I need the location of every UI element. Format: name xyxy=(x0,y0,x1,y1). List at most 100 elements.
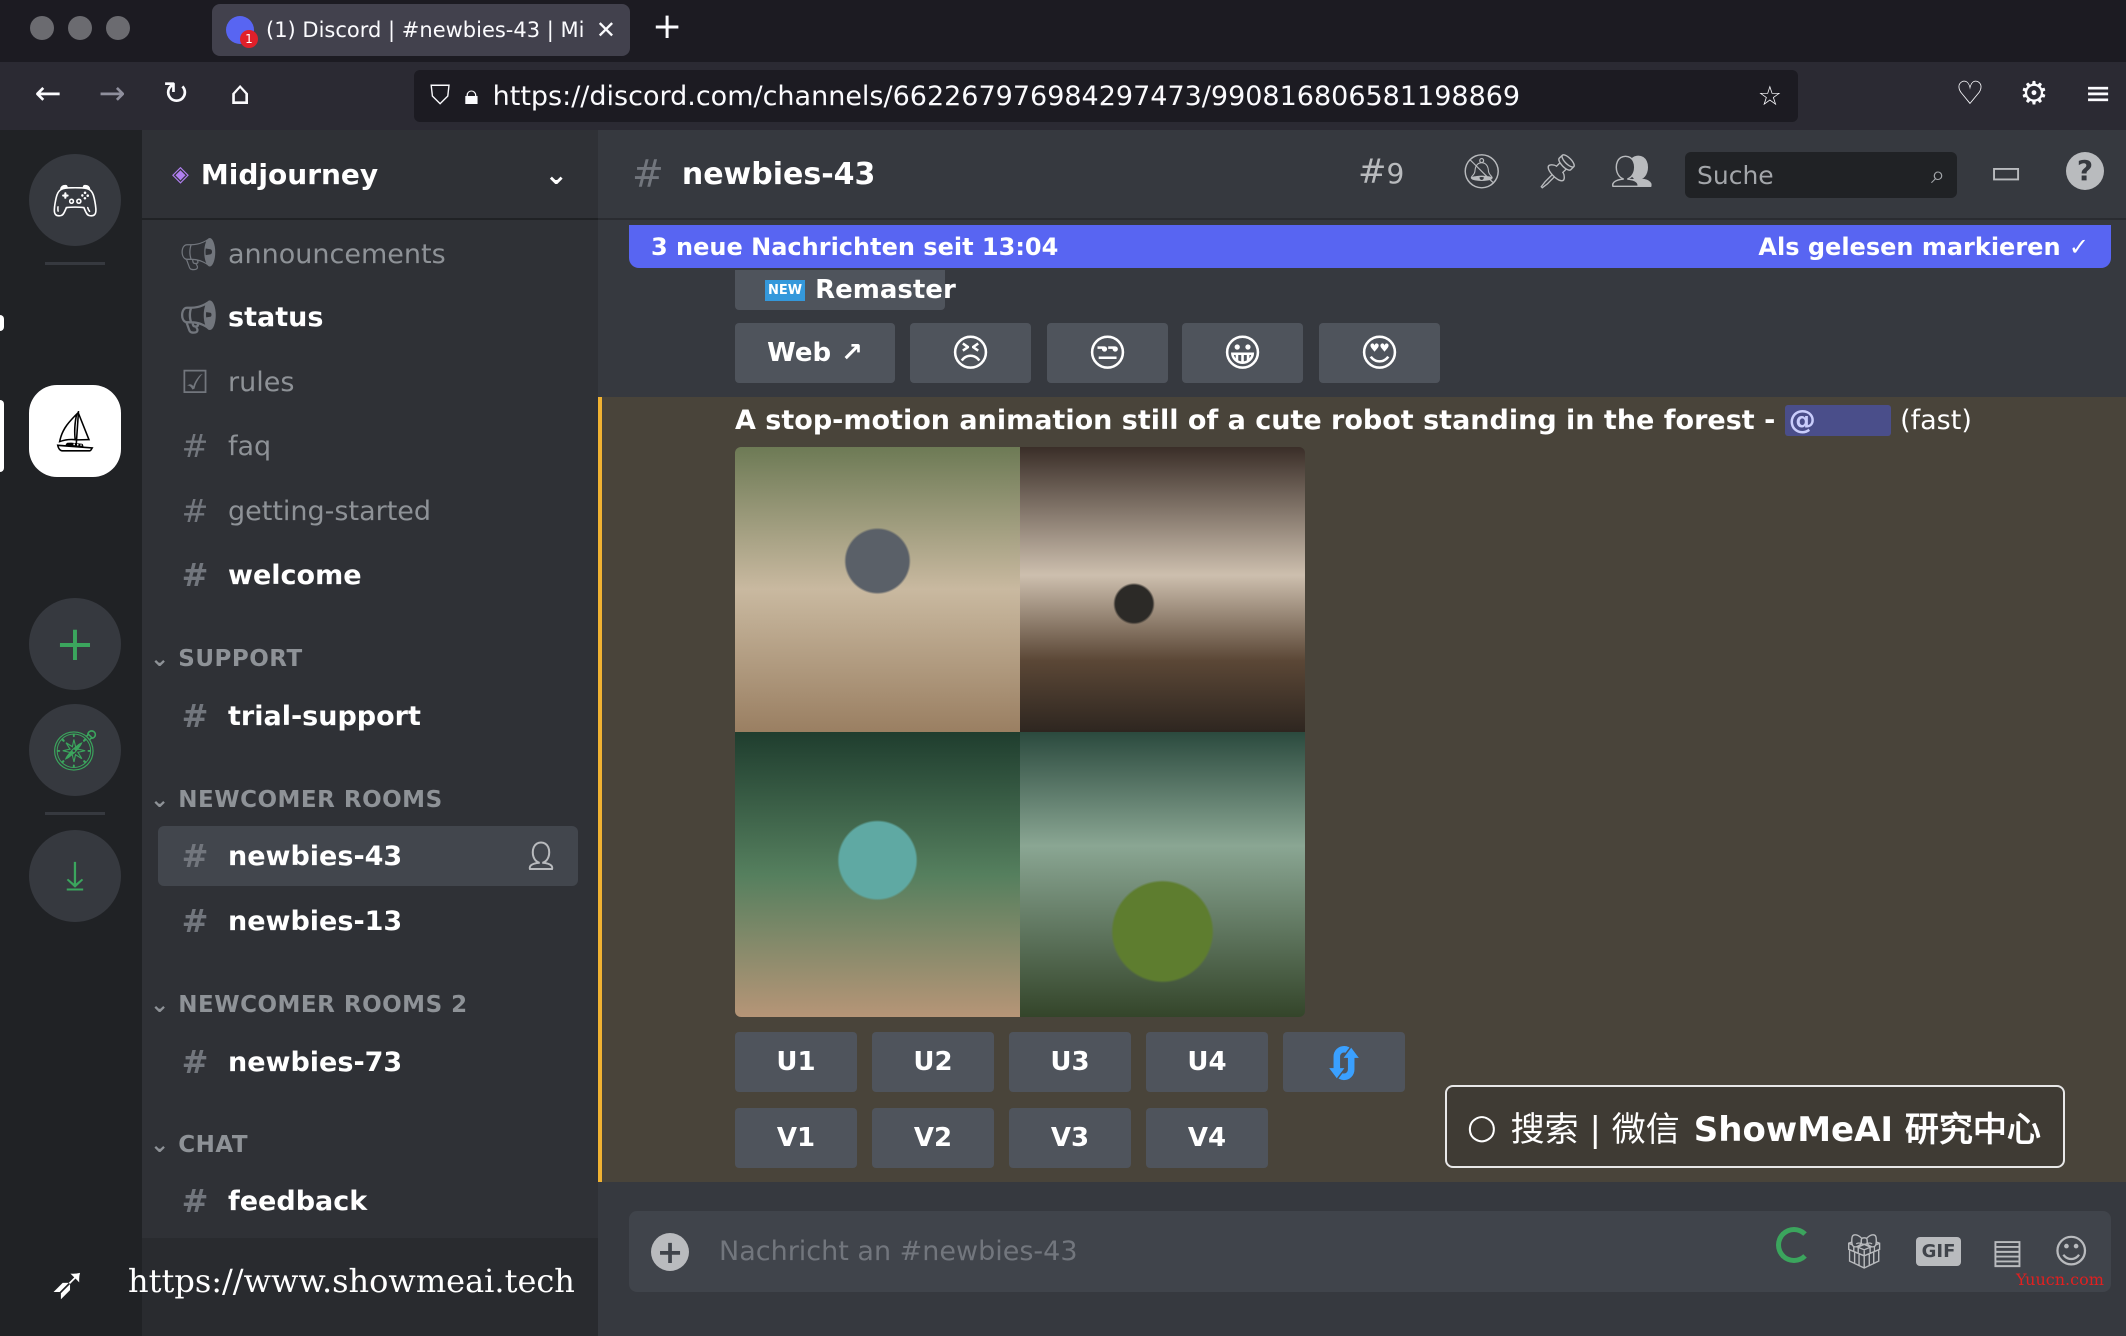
reaction-emoji: 😣 xyxy=(950,331,991,375)
inbox-icon[interactable]: ▭ xyxy=(1990,152,2022,192)
variation-v3-button[interactable]: V3 xyxy=(1009,1108,1131,1168)
variation-v1-button[interactable]: V1 xyxy=(735,1108,857,1168)
reaction-button[interactable]: 😣 xyxy=(910,323,1031,383)
reaction-button[interactable]: 😒 xyxy=(1047,323,1168,383)
new-tab-button[interactable]: + xyxy=(652,6,682,47)
threads-icon[interactable]: #9 xyxy=(1358,152,1404,192)
lock-icon[interactable]: 🔒︎ xyxy=(464,80,478,112)
button-label: V1 xyxy=(776,1123,816,1153)
server-header[interactable]: ◈ Midjourney ⌄ xyxy=(142,130,598,220)
corner-watermark: Yuucn.com xyxy=(2016,1270,2104,1289)
image-grid[interactable] xyxy=(735,447,1305,1017)
server-rail: 🎮︎ ⛵︎ + 🧭︎ ⤓ xyxy=(0,130,142,1336)
channel-title: newbies-43 xyxy=(681,156,876,192)
upscale-u4-button[interactable]: U4 xyxy=(1146,1032,1268,1092)
web-link-button[interactable]: Web ↗ xyxy=(735,323,895,383)
upscale-u1-button[interactable]: U1 xyxy=(735,1032,857,1092)
channel-label: newbies-13 xyxy=(228,905,403,937)
attach-plus-icon[interactable]: + xyxy=(651,1232,689,1271)
close-tab-icon[interactable]: ✕ xyxy=(596,16,616,44)
search-input[interactable]: Suche ⌕ xyxy=(1685,152,1957,198)
channel-feedback[interactable]: # feedback xyxy=(158,1171,578,1231)
server-name: Midjourney xyxy=(200,157,379,191)
browser-tab[interactable]: 1 (1) Discord | #newbies-43 | Midjourney… xyxy=(212,4,630,56)
reaction-button[interactable]: 😀 xyxy=(1182,323,1303,383)
gift-icon[interactable]: 🎁︎ xyxy=(1842,1232,1885,1272)
members-icon[interactable]: 👥︎ xyxy=(1610,152,1653,192)
category-chat[interactable]: ⌄ CHAT xyxy=(150,1132,248,1158)
back-button[interactable]: ← xyxy=(26,74,70,112)
gif-button[interactable]: GIF xyxy=(1915,1237,1962,1266)
window-close-button[interactable] xyxy=(30,16,54,40)
upscale-u2-button[interactable]: U2 xyxy=(872,1032,994,1092)
channel-newbies-43[interactable]: # newbies-43 👤︎ xyxy=(158,826,578,886)
checkbox-icon: ☑ xyxy=(180,363,210,401)
channel-newbies-73[interactable]: # newbies-73 xyxy=(158,1032,578,1092)
category-support[interactable]: ⌄ SUPPORT xyxy=(150,646,303,672)
invite-user-icon[interactable]: 👤︎ xyxy=(524,840,578,872)
midjourney-server-icon[interactable]: ⛵︎ xyxy=(29,385,121,477)
user-mention[interactable]: @ xyxy=(1784,405,1891,436)
generated-image-3[interactable] xyxy=(735,732,1020,1017)
footer-link[interactable]: https://www.showmeai.tech xyxy=(128,1262,575,1300)
remaster-button[interactable]: NEW Remaster xyxy=(735,270,956,310)
channel-label: trial-support xyxy=(228,700,421,732)
channel-newbies-13[interactable]: # newbies-13 xyxy=(158,891,578,951)
refresh-icon: 🔄︎ xyxy=(1325,1044,1362,1086)
category-newcomer-rooms-2[interactable]: ⌄ NEWCOMER ROOMS 2 xyxy=(150,992,468,1018)
message-composer[interactable]: + Nachricht an #newbies-43 🎁︎ GIF ▤ ☺ xyxy=(629,1211,2111,1292)
window-minimize-button[interactable] xyxy=(68,16,92,40)
variation-v4-button[interactable]: V4 xyxy=(1146,1108,1268,1168)
reload-button[interactable]: ↻ xyxy=(154,74,198,112)
watermark: ○ 搜索 | 微信 ShowMeAI 研究中心 xyxy=(1445,1085,2065,1168)
category-newcomer-rooms[interactable]: ⌄ NEWCOMER ROOMS xyxy=(150,787,443,813)
upscale-u3-button[interactable]: U3 xyxy=(1009,1032,1131,1092)
channel-label: newbies-73 xyxy=(228,1046,403,1078)
reaction-button[interactable]: 😍 xyxy=(1319,323,1440,383)
gear-icon[interactable]: ⚙ xyxy=(2012,74,2056,112)
channel-faq[interactable]: # faq xyxy=(158,416,578,476)
megaphone-icon: 📢︎ xyxy=(178,298,219,336)
generated-image-1[interactable] xyxy=(735,447,1020,732)
channel-trial-support[interactable]: # trial-support xyxy=(158,686,578,746)
address-bar[interactable]: ⛉ 🔒︎ https://discord.com/channels/662267… xyxy=(414,70,1798,122)
divider xyxy=(45,812,105,815)
window-zoom-button[interactable] xyxy=(106,16,130,40)
discord-favicon: 1 xyxy=(226,16,258,48)
explore-compass-icon[interactable]: 🧭︎ xyxy=(29,704,121,796)
generated-image-2[interactable] xyxy=(1020,447,1305,732)
emoji-icon[interactable]: ☺ xyxy=(2054,1232,2089,1272)
pocket-icon[interactable]: ♡ xyxy=(1948,74,1992,112)
chevron-down-icon[interactable]: ⌄ xyxy=(545,158,568,191)
reaction-emoji: 😀 xyxy=(1222,331,1263,375)
variation-v2-button[interactable]: V2 xyxy=(872,1108,994,1168)
shield-icon[interactable]: ⛉ xyxy=(430,80,450,112)
message-input[interactable]: Nachricht an #newbies-43 xyxy=(719,1236,1746,1267)
help-icon[interactable]: ? xyxy=(2066,152,2104,190)
channel-welcome[interactable]: # welcome xyxy=(158,545,578,605)
new-messages-banner[interactable]: 3 neue Nachrichten seit 13:04 Als gelesen… xyxy=(629,225,2111,268)
channel-rules[interactable]: ☑ rules xyxy=(158,352,578,412)
menu-icon[interactable]: ≡ xyxy=(2076,74,2120,112)
category-label: SUPPORT xyxy=(178,646,303,672)
generated-image-4[interactable] xyxy=(1020,732,1305,1017)
channel-status[interactable]: 📢︎ status xyxy=(158,287,578,347)
discord-home-icon[interactable]: 🎮︎ xyxy=(29,154,121,246)
bookmark-star-icon[interactable]: ☆ xyxy=(1758,81,1782,112)
reroll-button[interactable]: 🔄︎ xyxy=(1283,1032,1405,1092)
mark-read-button[interactable]: Als gelesen markieren ✓ xyxy=(1758,233,2089,261)
channel-getting-started[interactable]: # getting-started xyxy=(158,481,578,541)
mute-bell-icon[interactable]: 🔕︎ xyxy=(1460,152,1503,192)
channel-label: faq xyxy=(228,430,272,462)
sticker-icon[interactable]: ▤ xyxy=(1991,1232,2023,1272)
channel-announcements[interactable]: 📢︎ announcements xyxy=(158,224,578,284)
home-button[interactable]: ⌂ xyxy=(218,74,262,112)
pin-icon[interactable]: 📌︎ xyxy=(1536,152,1579,192)
add-server-icon[interactable]: + xyxy=(29,598,121,690)
forward-button[interactable]: → xyxy=(90,74,134,112)
megaphone-icon: 📢︎ xyxy=(178,235,219,273)
channel-label: feedback xyxy=(228,1185,368,1217)
mark-read-label: Als gelesen markieren xyxy=(1758,232,2061,261)
download-icon[interactable]: ⤓ xyxy=(29,830,121,922)
category-label: CHAT xyxy=(178,1132,249,1158)
